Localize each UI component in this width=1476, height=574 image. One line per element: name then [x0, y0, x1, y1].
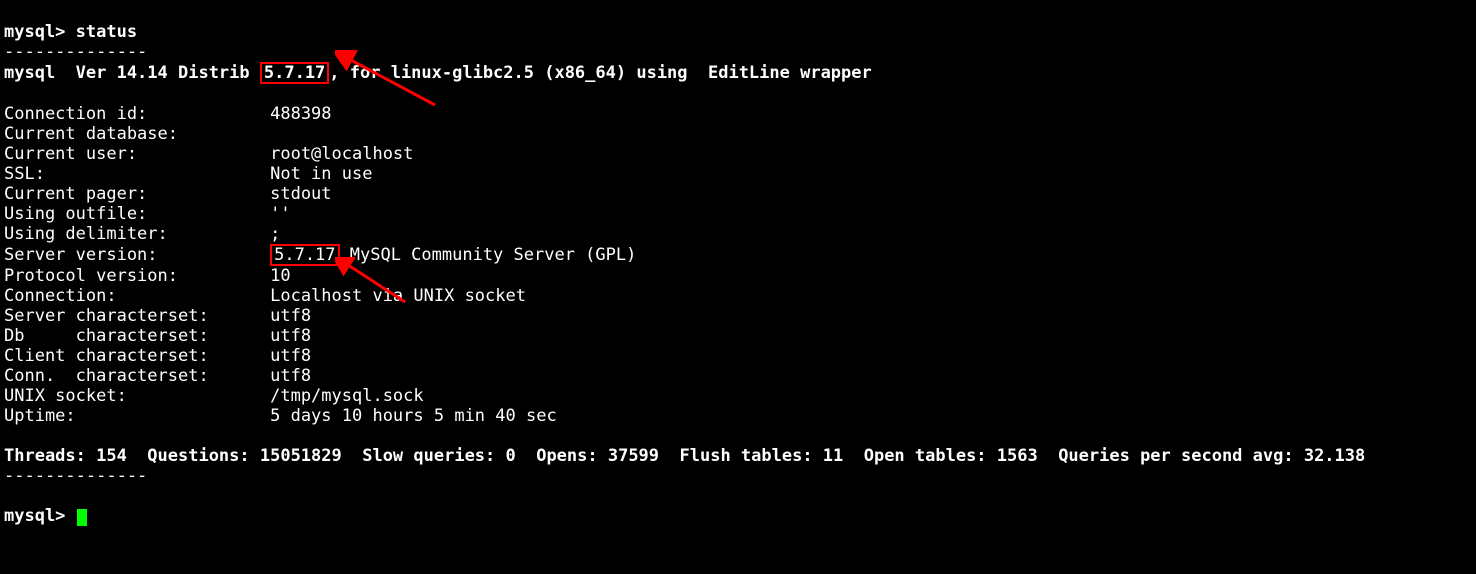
- label: Server version:: [4, 245, 270, 265]
- value: ;: [270, 224, 280, 244]
- row-using-delimiter: Using delimiter: ;: [4, 224, 280, 244]
- mysql-prompt-1: mysql> status: [4, 22, 137, 42]
- label: Using outfile:: [4, 204, 270, 224]
- label: Current database:: [4, 124, 270, 144]
- row-protocol-version: Protocol version: 10: [4, 266, 291, 286]
- row-uptime: Uptime: 5 days 10 hours 5 min 40 sec: [4, 406, 557, 426]
- row-server-version: Server version: 5.7.17 MySQL Community S…: [4, 245, 636, 265]
- stats-line: Threads: 154 Questions: 15051829 Slow qu…: [4, 446, 1365, 466]
- row-connection-id: Connection id: 488398: [4, 104, 332, 124]
- row-using-outfile: Using outfile: '': [4, 204, 291, 224]
- label: SSL:: [4, 164, 270, 184]
- version-line-after: , for linux-glibc2.5 (x86_64) using Edit…: [329, 63, 871, 83]
- row-unix-socket: UNIX socket: /tmp/mysql.sock: [4, 386, 424, 406]
- label: Current pager:: [4, 184, 270, 204]
- row-current-pager: Current pager: stdout: [4, 184, 332, 204]
- row-db-charset: Db characterset: utf8: [4, 326, 311, 346]
- value: utf8: [270, 366, 311, 386]
- label: Server characterset:: [4, 306, 270, 326]
- status-command: status: [76, 22, 137, 42]
- value: /tmp/mysql.sock: [270, 386, 424, 406]
- value: 5 days 10 hours 5 min 40 sec: [270, 406, 557, 426]
- row-current-database: Current database:: [4, 124, 270, 144]
- label: Db characterset:: [4, 326, 270, 346]
- value: '': [270, 204, 290, 224]
- mysql-prompt-2[interactable]: mysql>: [4, 506, 87, 526]
- value: 10: [270, 266, 290, 286]
- value: utf8: [270, 346, 311, 366]
- label: Current user:: [4, 144, 270, 164]
- row-current-user: Current user: root@localhost: [4, 144, 413, 164]
- row-ssl: SSL: Not in use: [4, 164, 372, 184]
- label: Using delimiter:: [4, 224, 270, 244]
- value: utf8: [270, 306, 311, 326]
- label: Connection id:: [4, 104, 270, 124]
- dashes-top: --------------: [4, 42, 147, 62]
- version-line-before: mysql Ver 14.14 Distrib: [4, 63, 260, 83]
- label: UNIX socket:: [4, 386, 270, 406]
- row-connection: Connection: Localhost via UNIX socket: [4, 286, 526, 306]
- label: Protocol version:: [4, 266, 270, 286]
- row-client-charset: Client characterset: utf8: [4, 346, 311, 366]
- version-highlight-1: 5.7.17: [260, 62, 329, 84]
- row-server-charset: Server characterset: utf8: [4, 306, 311, 326]
- label: Connection:: [4, 286, 270, 306]
- value: 488398: [270, 104, 331, 124]
- value: stdout: [270, 184, 331, 204]
- value-after: MySQL Community Server (GPL): [340, 245, 637, 265]
- value: Localhost via UNIX socket: [270, 286, 526, 306]
- terminal-output: mysql> status -------------- mysql Ver 1…: [0, 0, 1476, 574]
- value: utf8: [270, 326, 311, 346]
- version-highlight-2: 5.7.17: [270, 244, 339, 266]
- row-conn-charset: Conn. characterset: utf8: [4, 366, 311, 386]
- value: root@localhost: [270, 144, 413, 164]
- label: Uptime:: [4, 406, 270, 426]
- dashes-bottom: --------------: [4, 466, 147, 486]
- value: Not in use: [270, 164, 372, 184]
- label: Client characterset:: [4, 346, 270, 366]
- label: Conn. characterset:: [4, 366, 270, 386]
- cursor-icon: [77, 509, 87, 526]
